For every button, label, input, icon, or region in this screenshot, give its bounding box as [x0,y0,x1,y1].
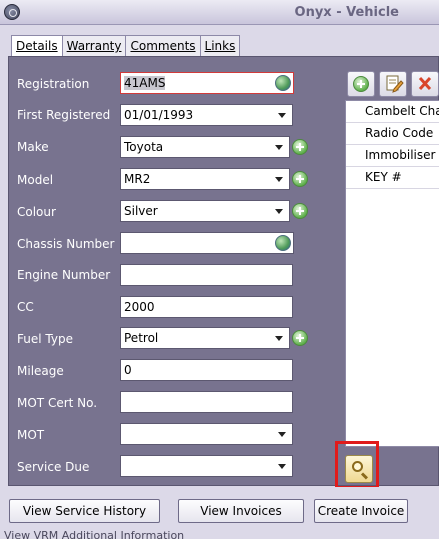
chevron-down-icon[interactable] [272,140,286,154]
mot-label: MOT [17,428,45,442]
chevron-down-icon[interactable] [272,204,286,218]
engine-number-label: Engine Number [17,268,111,282]
search-icon-handle [360,472,369,480]
add-model-icon[interactable] [292,171,308,187]
add-fuel-type-icon[interactable] [292,330,308,346]
list-item[interactable]: Radio Code [346,123,439,145]
colour-label: Colour [17,205,56,219]
tab-details[interactable]: Details [11,35,63,58]
make-label: Make [17,140,49,154]
list-item[interactable]: Immobiliser Code [346,145,439,167]
edit-item-button[interactable] [379,71,407,97]
list-item[interactable]: Cambelt Change [346,101,439,123]
edit-icon [386,75,404,93]
mot-cert-no-field[interactable] [120,391,293,413]
add-item-button[interactable] [347,71,375,97]
search-vrm-button[interactable] [345,455,373,483]
tab-comments[interactable]: Comments [125,35,201,57]
window-title: Onyx - Vehicle [294,5,399,20]
chevron-down-icon[interactable] [272,172,286,186]
mileage-label: Mileage [17,364,64,378]
app-icon[interactable] [4,4,20,20]
status-text: View VRM Additional Information [4,529,185,539]
cc-label: CC [17,300,34,314]
fuel-type-label: Fuel Type [17,332,73,346]
model-label: Model [17,173,54,187]
chassis-number-label: Chassis Number [17,237,115,251]
service-due-field[interactable] [120,455,293,477]
cc-field[interactable]: 2000 [120,296,293,318]
plus-icon [353,76,369,92]
chevron-down-icon[interactable] [275,459,289,473]
tab-warranty[interactable]: Warranty [61,35,127,57]
view-invoices-button[interactable]: View Invoices [178,499,304,523]
model-select[interactable]: MR2 [120,168,290,190]
mot-cert-no-label: MOT Cert No. [17,396,98,410]
search-icon [352,461,363,472]
make-select[interactable]: Toyota [120,136,290,158]
add-colour-icon[interactable] [292,203,308,219]
list-item[interactable]: KEY # [346,167,439,189]
first-registered-field[interactable]: 01/01/1993 [120,104,293,126]
colour-select[interactable]: Silver [120,200,290,222]
chevron-down-icon[interactable] [275,108,289,122]
chassis-number-field[interactable] [120,232,294,254]
registration-label: Registration [17,77,90,91]
mot-date-field[interactable] [120,423,293,445]
view-service-history-button[interactable]: View Service History [9,499,160,523]
title-bar: Onyx - Vehicle [0,0,439,25]
engine-number-field[interactable] [120,264,293,286]
delete-x-icon [418,76,432,91]
mileage-field[interactable]: 0 [120,359,293,381]
registration-lookup-icon[interactable] [275,75,291,91]
add-make-icon[interactable] [292,139,308,155]
service-due-label: Service Due [17,460,90,474]
first-registered-label: First Registered [17,108,111,122]
tab-strip: Details Warranty Comments Links [11,35,241,58]
chassis-lookup-icon[interactable] [275,235,291,251]
registration-field[interactable]: 41AMS [120,72,294,94]
create-invoice-button[interactable]: Create Invoice [314,499,408,523]
additional-info-list: Cambelt Change Radio Code Immobiliser Co… [345,100,439,447]
fuel-type-select[interactable]: Petrol [120,327,290,349]
chevron-down-icon[interactable] [275,427,289,441]
chevron-down-icon[interactable] [272,331,286,345]
tab-links[interactable]: Links [199,35,241,57]
delete-item-button[interactable] [411,71,439,97]
